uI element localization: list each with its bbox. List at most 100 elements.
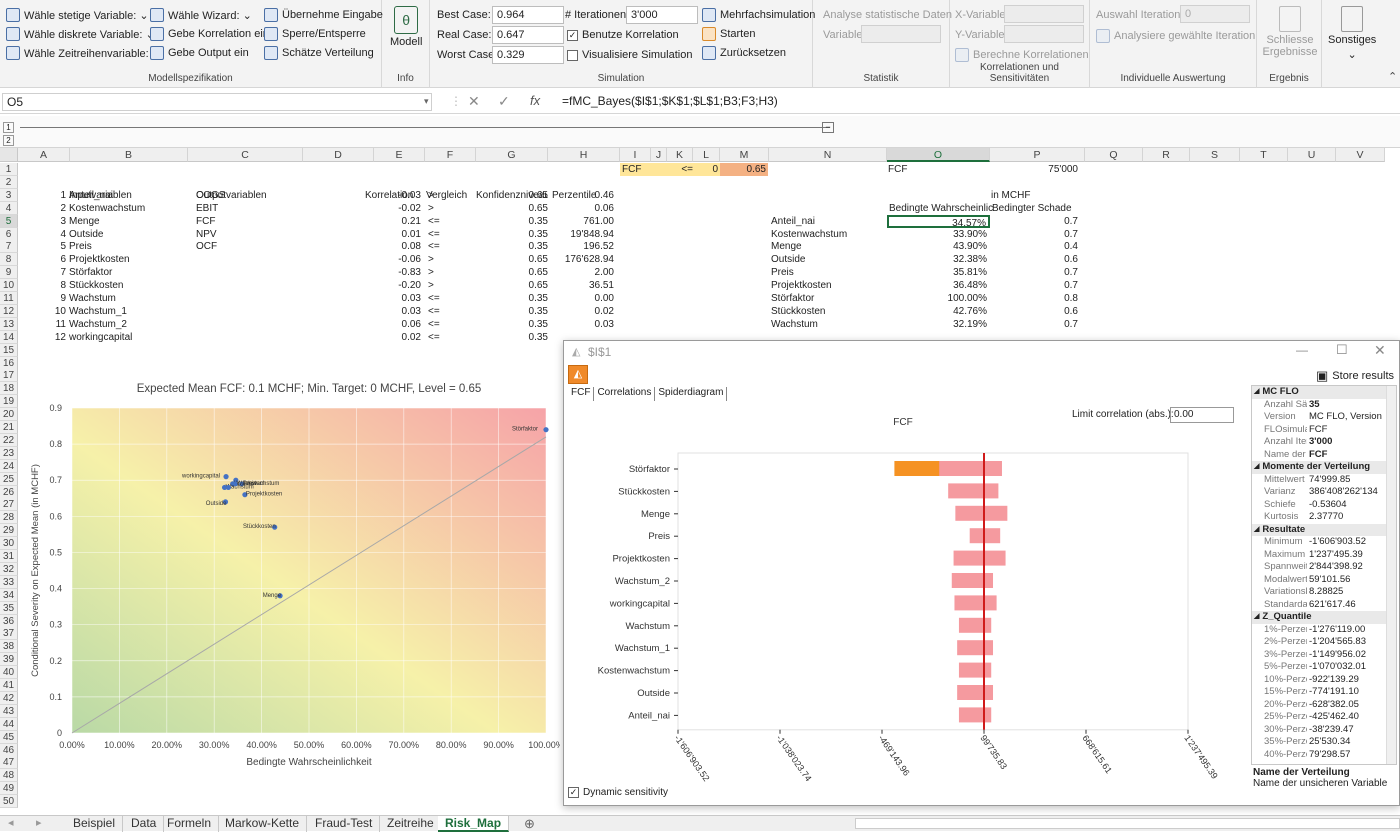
column-header-U[interactable]: U [1288, 148, 1336, 162]
scatter-point[interactable] [543, 427, 549, 433]
row-header-7[interactable]: 7 [0, 240, 18, 254]
vertical-scrollbar[interactable] [1386, 386, 1396, 764]
starten-button[interactable]: Starten [702, 27, 755, 41]
visualisiere-checkbox[interactable]: Visualisiere Simulation [567, 49, 692, 61]
row-header-43[interactable]: 43 [0, 704, 18, 718]
property-grid[interactable]: ◢ MC FLOAnzahl Säule35VersionMC FLO, Ver… [1251, 385, 1397, 765]
close-icon[interactable]: ✕ [1374, 342, 1386, 359]
schliesse-ergebnisse-button[interactable]: Schliesse Ergebnisse [1262, 6, 1318, 58]
column-header-J[interactable]: J [651, 148, 667, 162]
diskrete-variable-button[interactable]: Wähle diskrete Variable: ⌄ [6, 27, 155, 41]
tab-fcf[interactable]: FCF [568, 387, 595, 401]
column-header-A[interactable]: A [18, 148, 70, 162]
row-header-14[interactable]: 14 [0, 330, 18, 344]
minimize-icon[interactable]: — [1296, 343, 1308, 357]
row-header-27[interactable]: 27 [0, 498, 18, 512]
column-header-L[interactable]: L [693, 148, 720, 162]
horizontal-scrollbar[interactable] [855, 818, 1400, 829]
modell-button[interactable]: θ Modell [390, 6, 422, 48]
schaetze-verteilung-button[interactable]: Schätze Verteilung [264, 46, 374, 60]
cancel-icon[interactable]: ✕ [468, 93, 480, 110]
row-header-47[interactable]: 47 [0, 756, 18, 770]
row-header-49[interactable]: 49 [0, 782, 18, 796]
row-header-48[interactable]: 48 [0, 769, 18, 783]
tab-correlations[interactable]: Correlations [594, 387, 656, 401]
row-header-38[interactable]: 38 [0, 640, 18, 654]
scatter-point[interactable] [223, 474, 229, 480]
row-header-21[interactable]: 21 [0, 421, 18, 434]
row-header-30[interactable]: 30 [0, 537, 18, 551]
worst-case-input[interactable]: 0.329 [492, 46, 564, 64]
tornado-chart[interactable]: FCF Störfaktor Stückkosten Menge Preis Projek… [568, 401, 1248, 793]
row-header-29[interactable]: 29 [0, 524, 18, 538]
select-all-corner[interactable] [0, 148, 18, 162]
sheet-tab-markow-kette[interactable]: Markow-Kette [218, 816, 308, 832]
row-header-13[interactable]: 13 [0, 317, 18, 331]
row-header-20[interactable]: 20 [0, 408, 18, 422]
property-row[interactable]: 20%-Perzent-628'382.05 [1252, 699, 1396, 712]
enter-icon[interactable]: ✓ [498, 93, 510, 110]
column-header-D[interactable]: D [303, 148, 374, 162]
wizard-button[interactable]: Wähle Wizard: ⌄ [150, 8, 252, 22]
column-header-M[interactable]: M [720, 148, 769, 162]
collapse-ribbon-icon[interactable]: ⌃ [1388, 70, 1397, 83]
mehrfachsimulation-button[interactable]: Mehrfachsimulation [702, 8, 815, 22]
property-row[interactable]: 25%-Perzent-425'462.40 [1252, 711, 1396, 724]
column-header-C[interactable]: C [188, 148, 303, 162]
benutze-korrelation-checkbox[interactable]: ✓ Benutze Korrelation [567, 29, 679, 41]
property-row[interactable]: Spannweite2'844'398.92 [1252, 561, 1396, 574]
property-row[interactable]: Schiefe -0.53604 [1252, 499, 1396, 512]
korrelation-button[interactable]: Gebe Korrelation ein [150, 27, 269, 41]
row-header-45[interactable]: 45 [0, 730, 18, 744]
row-header-25[interactable]: 25 [0, 472, 18, 486]
row-header-31[interactable]: 31 [0, 550, 18, 563]
berechne-korrelationen-button[interactable]: Berechne Korrelationen [955, 48, 1089, 62]
highlight-bar[interactable] [894, 461, 940, 476]
column-header-K[interactable]: K [667, 148, 693, 162]
row-header-35[interactable]: 35 [0, 601, 18, 615]
tornado-bar[interactable] [957, 640, 994, 656]
column-header-E[interactable]: E [374, 148, 425, 162]
sheet-tab-risk-map[interactable]: Risk_Map [438, 816, 510, 832]
tab-spiderdiagram[interactable]: Spiderdiagram [655, 387, 728, 401]
row-header-26[interactable]: 26 [0, 485, 18, 499]
chart-icon[interactable]: ◭ [568, 365, 588, 384]
property-row[interactable]: Varianz 386'408'262'134 [1252, 486, 1396, 499]
column-header-V[interactable]: V [1336, 148, 1385, 162]
property-category[interactable]: ◢ MC FLO [1252, 386, 1396, 399]
sheet-tab-formeln[interactable]: Formeln [160, 816, 220, 832]
sheet-tab-zeitreihe[interactable]: Zeitreihe [380, 816, 442, 832]
row-header-11[interactable]: 11 [0, 292, 18, 305]
row-header-5[interactable]: 5 [0, 214, 18, 228]
add-sheet-icon[interactable]: ⊕ [524, 816, 535, 832]
property-row[interactable]: Name der VeFCF [1252, 449, 1396, 462]
tornado-bar[interactable] [958, 617, 992, 633]
property-category[interactable]: ◢ Resultate [1252, 523, 1396, 536]
x-variable-select[interactable] [1004, 5, 1084, 23]
property-row[interactable]: 3%-Perzentil-1'149'956.02 [1252, 649, 1396, 662]
property-row[interactable]: 5%-Perzentil-1'070'032.01 [1252, 661, 1396, 674]
row-header-4[interactable]: 4 [0, 201, 18, 215]
column-header-O[interactable]: O [887, 148, 990, 162]
property-row[interactable]: 2%-Perzentil-1'204'565.83 [1252, 636, 1396, 649]
row-header-44[interactable]: 44 [0, 717, 18, 731]
property-row[interactable]: Anzahl Säule35 [1252, 399, 1396, 412]
row-header-1[interactable]: 1 [0, 163, 18, 176]
iterationen-input[interactable]: 3'000 [626, 6, 698, 24]
outline-level-1[interactable]: 1 [3, 122, 14, 133]
risk-map-chart[interactable]: 0.00% 10.00% 20.00% 30.00% 40.00% 50.00% 60.00… [20, 372, 564, 772]
property-row[interactable]: 15%-Perzent-774'191.10 [1252, 686, 1396, 699]
row-header-33[interactable]: 33 [0, 575, 18, 589]
row-header-41[interactable]: 41 [0, 679, 18, 692]
column-header-S[interactable]: S [1190, 148, 1240, 162]
row-header-16[interactable]: 16 [0, 356, 18, 370]
row-header-19[interactable]: 19 [0, 395, 18, 409]
tornado-bar[interactable] [958, 707, 992, 723]
property-row[interactable]: Kurtosis 2.37770 [1252, 511, 1396, 524]
tornado-bar[interactable] [954, 595, 997, 611]
column-header-Q[interactable]: Q [1085, 148, 1143, 162]
tornado-bar[interactable] [948, 483, 999, 499]
tornado-bar[interactable] [958, 662, 992, 678]
sheet-tab-fraud-test[interactable]: Fraud-Test [308, 816, 381, 832]
name-box[interactable]: O5 [2, 93, 432, 111]
